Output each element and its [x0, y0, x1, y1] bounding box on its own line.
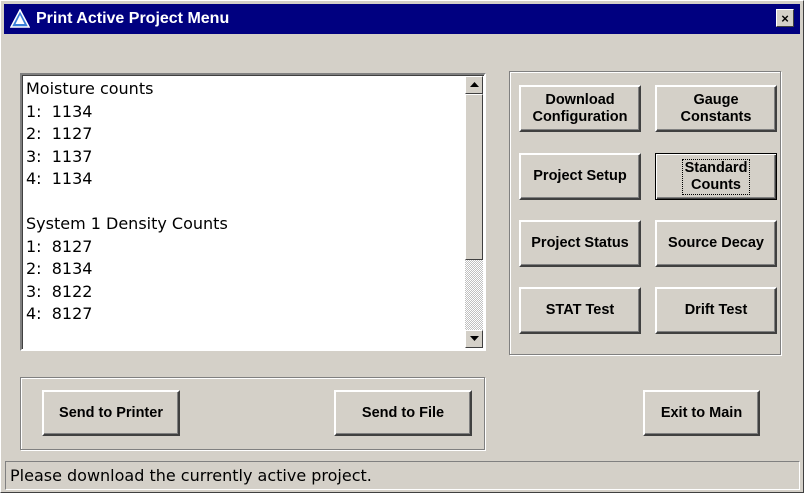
counts-list-content: Moisture counts 1: 1134 2: 1127 3: 1137 4: 1…: [26, 78, 460, 347]
counts-listbox[interactable]: Moisture counts 1: 1134 2: 1127 3: 1137 4: 1…: [20, 73, 486, 351]
exit-to-main-label: Exit to Main: [660, 404, 743, 421]
scroll-thumb[interactable]: [465, 94, 483, 260]
send-to-file-button[interactable]: Send to File: [334, 390, 472, 436]
scroll-up-button[interactable]: [465, 76, 483, 94]
gauge-constants-label: Gauge Constants: [680, 91, 752, 125]
arrow-up-icon: [469, 82, 479, 87]
list-item[interactable]: 3: 8122: [26, 281, 460, 304]
list-item[interactable]: [26, 191, 460, 214]
app-icon: [10, 9, 30, 28]
send-to-printer-button[interactable]: Send to Printer: [42, 390, 180, 436]
project-setup-label: Project Setup: [533, 168, 627, 184]
list-item[interactable]: System 1 Density Counts: [26, 213, 460, 236]
list-item[interactable]: 1: 8127: [26, 236, 460, 259]
standard-counts-button[interactable]: Standard Counts: [655, 153, 777, 200]
gauge-constants-button[interactable]: Gauge Constants: [655, 85, 777, 132]
project-setup-button[interactable]: Project Setup: [519, 153, 641, 200]
list-item[interactable]: 2: 8134: [26, 258, 460, 281]
list-item[interactable]: 2: 1127: [26, 123, 460, 146]
drift-test-button[interactable]: Drift Test: [655, 287, 777, 334]
print-active-project-window: Print Active Project Menu × Moisture cou…: [0, 0, 804, 493]
list-item[interactable]: Moisture counts: [26, 78, 460, 101]
list-item[interactable]: 1: 1134: [26, 101, 460, 124]
download-configuration-label: Download Configuration: [532, 91, 628, 125]
project-status-label: Project Status: [531, 235, 629, 251]
standard-counts-label: Standard Counts: [681, 158, 751, 195]
send-to-printer-label: Send to Printer: [59, 404, 163, 421]
status-text: Please download the currently active pro…: [10, 466, 372, 485]
title-bar[interactable]: Print Active Project Menu ×: [4, 4, 800, 34]
status-bar: Please download the currently active pro…: [5, 461, 800, 490]
send-to-file-label: Send to File: [361, 404, 445, 421]
project-status-button[interactable]: Project Status: [519, 220, 641, 267]
window-title: Print Active Project Menu: [36, 10, 230, 27]
list-item[interactable]: 4: 8127: [26, 303, 460, 326]
exit-to-main-button[interactable]: Exit to Main: [643, 390, 760, 436]
close-icon: ×: [781, 10, 789, 26]
arrow-down-icon: [469, 336, 479, 341]
scroll-down-button[interactable]: [465, 330, 483, 348]
list-item[interactable]: 4: 1134: [26, 168, 460, 191]
source-decay-button[interactable]: Source Decay: [655, 220, 777, 267]
list-item[interactable]: 3: 1137: [26, 146, 460, 169]
vertical-scrollbar[interactable]: [465, 76, 483, 348]
drift-test-label: Drift Test: [684, 302, 748, 318]
stat-test-button[interactable]: STAT Test: [519, 287, 641, 334]
download-configuration-button[interactable]: Download Configuration: [519, 85, 641, 132]
close-button[interactable]: ×: [776, 9, 794, 27]
source-decay-label: Source Decay: [668, 235, 764, 251]
stat-test-label: STAT Test: [545, 302, 615, 318]
